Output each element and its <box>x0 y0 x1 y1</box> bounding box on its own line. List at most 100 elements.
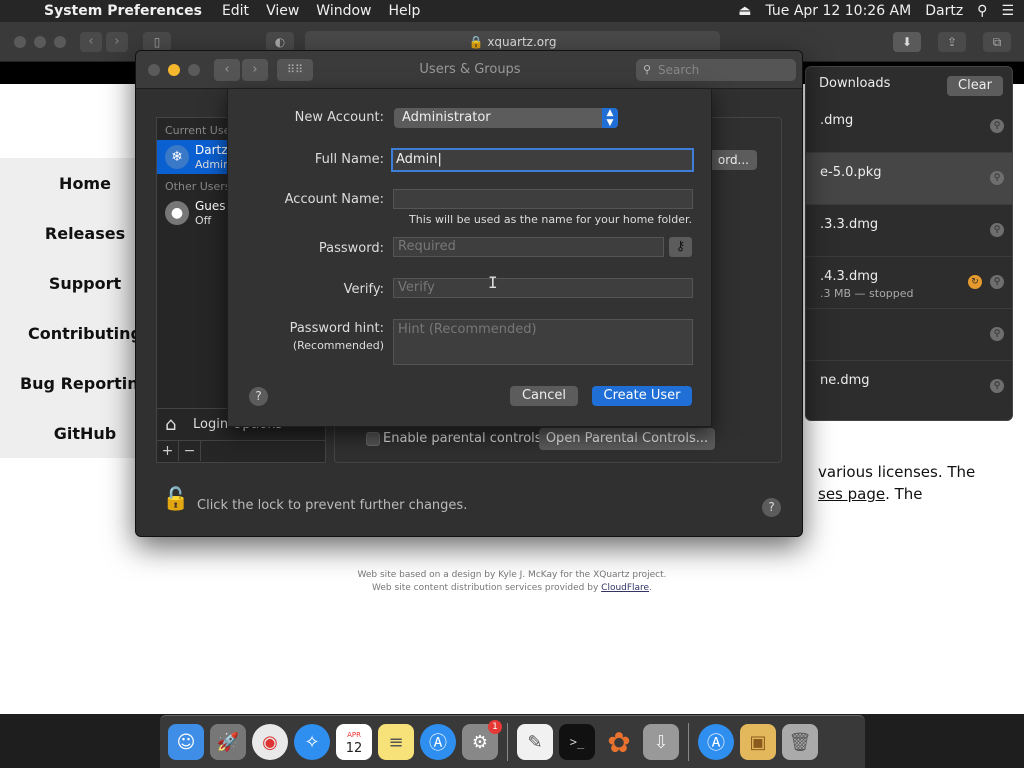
notification-badge: 1 <box>488 720 502 734</box>
password-label: Password: <box>318 241 384 256</box>
notes-icon[interactable]: ≡ <box>378 724 414 760</box>
app-store-icon[interactable]: Ⓐ <box>698 724 734 760</box>
new-account-label: New Account: <box>294 110 384 125</box>
menu-clock[interactable]: Tue Apr 12 10:26 AM <box>765 3 911 19</box>
pinwheel-icon[interactable]: ✿ <box>601 724 637 760</box>
reveal-in-finder-icon[interactable]: ⚲ <box>990 171 1004 185</box>
textedit-icon[interactable]: ✎ <box>517 724 553 760</box>
clear-downloads-button[interactable]: Clear <box>947 76 1003 96</box>
text-cursor: | <box>437 152 442 167</box>
full-name-value: Admin <box>396 152 438 167</box>
terminal-icon[interactable]: >_ <box>559 724 595 760</box>
menu-app-name[interactable]: System Preferences <box>44 3 202 19</box>
prefs-titlebar: ‹ › ⠿⠿ Users & Groups ⚲ Search <box>136 51 802 89</box>
remove-user-button[interactable]: − <box>179 441 201 461</box>
full-name-field[interactable]: Admin| <box>391 148 694 172</box>
share-icon[interactable]: ⇪ <box>938 32 966 52</box>
system-preferences-gear-icon[interactable]: ⚙ 1 <box>462 720 502 760</box>
select-arrows-icon: ▲ ▼ <box>602 108 618 128</box>
calendar-icon[interactable]: APR 12 <box>336 724 372 760</box>
sheet-help-button[interactable]: ? <box>249 387 268 406</box>
account-name-label: Account Name: <box>284 192 384 207</box>
web-footer-line2-suffix: . <box>649 583 652 593</box>
download-item[interactable]: ⚲ <box>806 309 1012 361</box>
parental-controls-checkbox[interactable] <box>366 432 380 446</box>
verify-placeholder: Verify <box>398 280 435 295</box>
launchpad-rocket-icon[interactable]: 🚀 <box>210 724 246 760</box>
menu-edit[interactable]: Edit <box>222 3 249 19</box>
app-store-icon[interactable]: Ⓐ <box>420 724 456 760</box>
web-licenses-link[interactable]: ses page <box>818 485 885 503</box>
menu-help[interactable]: Help <box>389 3 421 19</box>
sidebar-toggle-button[interactable]: ▯ <box>143 32 171 52</box>
zoom-window-button[interactable] <box>54 36 66 48</box>
web-body-text: various licenses. The ses page. The <box>818 461 1018 505</box>
search-icon: ⚲ <box>643 63 652 76</box>
web-footer-line2-prefix: Web site content distribution services p… <box>372 583 602 593</box>
spotlight-icon[interactable]: ⚲ <box>977 3 987 19</box>
privacy-shield-icon[interactable]: ◐ <box>266 32 294 52</box>
add-user-button[interactable]: + <box>157 441 179 461</box>
reveal-in-finder-icon[interactable]: ⚲ <box>990 327 1004 341</box>
package-box-icon[interactable]: ▣ <box>740 724 776 760</box>
account-name-field[interactable] <box>393 189 693 209</box>
menu-window[interactable]: Window <box>316 3 371 19</box>
ibeam-cursor-icon: I <box>488 273 498 292</box>
cancel-button[interactable]: Cancel <box>510 386 578 406</box>
account-type-select[interactable]: Administrator ▲ ▼ <box>394 108 618 128</box>
finder-icon[interactable]: ☺ <box>168 724 204 760</box>
current-users-header: Current Use <box>165 124 231 137</box>
open-parental-controls-button[interactable]: Open Parental Controls... <box>539 428 715 450</box>
menu-bar: System Preferences Edit View Window Help… <box>0 0 1024 22</box>
reveal-in-finder-icon[interactable]: ⚲ <box>990 223 1004 237</box>
eject-icon[interactable]: ⏏ <box>738 3 751 19</box>
download-item[interactable]: e-5.0.pkg ⚲ <box>806 153 1012 205</box>
guest-avatar-icon: ● <box>165 201 189 225</box>
minimize-window-button[interactable] <box>34 36 46 48</box>
verify-label: Verify: <box>343 282 384 297</box>
installer-icon[interactable]: ⇩ <box>643 724 679 760</box>
unlocked-padlock-icon[interactable]: 🔓 <box>162 487 189 515</box>
download-status: .3 MB — stopped <box>820 287 914 300</box>
password-field[interactable]: Required <box>393 237 664 257</box>
close-window-button[interactable] <box>14 36 26 48</box>
download-item[interactable]: .4.3.dmg .3 MB — stopped ↻ ⚲ <box>806 257 1012 309</box>
download-name: .dmg <box>820 113 854 128</box>
prefs-search-input[interactable]: ⚲ Search <box>636 59 796 81</box>
parental-controls-label: Enable parental controls <box>383 431 542 446</box>
password-assistant-key-icon[interactable]: ⚷ <box>669 237 692 257</box>
safari-compass-icon[interactable]: ✧ <box>294 724 330 760</box>
password-hint-field[interactable]: Hint (Recommended) <box>393 319 693 365</box>
trash-icon[interactable]: 🗑 <box>782 724 818 760</box>
create-user-button[interactable]: Create User <box>592 386 692 406</box>
reveal-in-finder-icon[interactable]: ⚲ <box>990 119 1004 133</box>
download-name: ne.dmg <box>820 373 870 388</box>
downloads-icon[interactable]: ⬇ <box>893 32 921 52</box>
help-button[interactable]: ? <box>762 498 781 517</box>
tabs-overview-icon[interactable]: ⧉ <box>983 32 1011 52</box>
back-button[interactable]: ‹ <box>80 32 102 52</box>
cloudflare-link[interactable]: CloudFlare <box>601 583 649 593</box>
lock-status-text: Click the lock to prevent further change… <box>197 498 468 513</box>
download-item[interactable]: .3.3.dmg ⚲ <box>806 205 1012 257</box>
password-hint-placeholder: Hint (Recommended) <box>398 322 537 337</box>
notification-center-icon[interactable]: ☰ <box>1001 3 1014 19</box>
download-item[interactable]: ne.dmg ⚲ <box>806 361 1012 413</box>
forward-button[interactable]: › <box>106 32 128 52</box>
chrome-icon[interactable]: ◉ <box>252 724 288 760</box>
reveal-in-finder-icon[interactable]: ⚲ <box>990 275 1004 289</box>
download-name: .4.3.dmg <box>820 269 879 284</box>
resume-download-icon[interactable]: ↻ <box>968 275 982 289</box>
calendar-day: 12 <box>345 741 363 756</box>
verify-field[interactable]: Verify <box>393 278 693 298</box>
password-hint-sublabel: (Recommended) <box>292 339 384 352</box>
web-body-line1: various licenses. The <box>818 463 976 481</box>
web-footer: Web site based on a design by Kyle J. Mc… <box>0 569 1024 595</box>
user-list-buttons: + − <box>157 440 325 462</box>
menu-user[interactable]: Dartz <box>925 3 963 19</box>
menu-view[interactable]: View <box>266 3 299 19</box>
url-text: xquartz.org <box>487 35 557 49</box>
user-role: Off <box>195 214 212 227</box>
download-item[interactable]: .dmg ⚲ <box>806 101 1012 153</box>
reveal-in-finder-icon[interactable]: ⚲ <box>990 379 1004 393</box>
